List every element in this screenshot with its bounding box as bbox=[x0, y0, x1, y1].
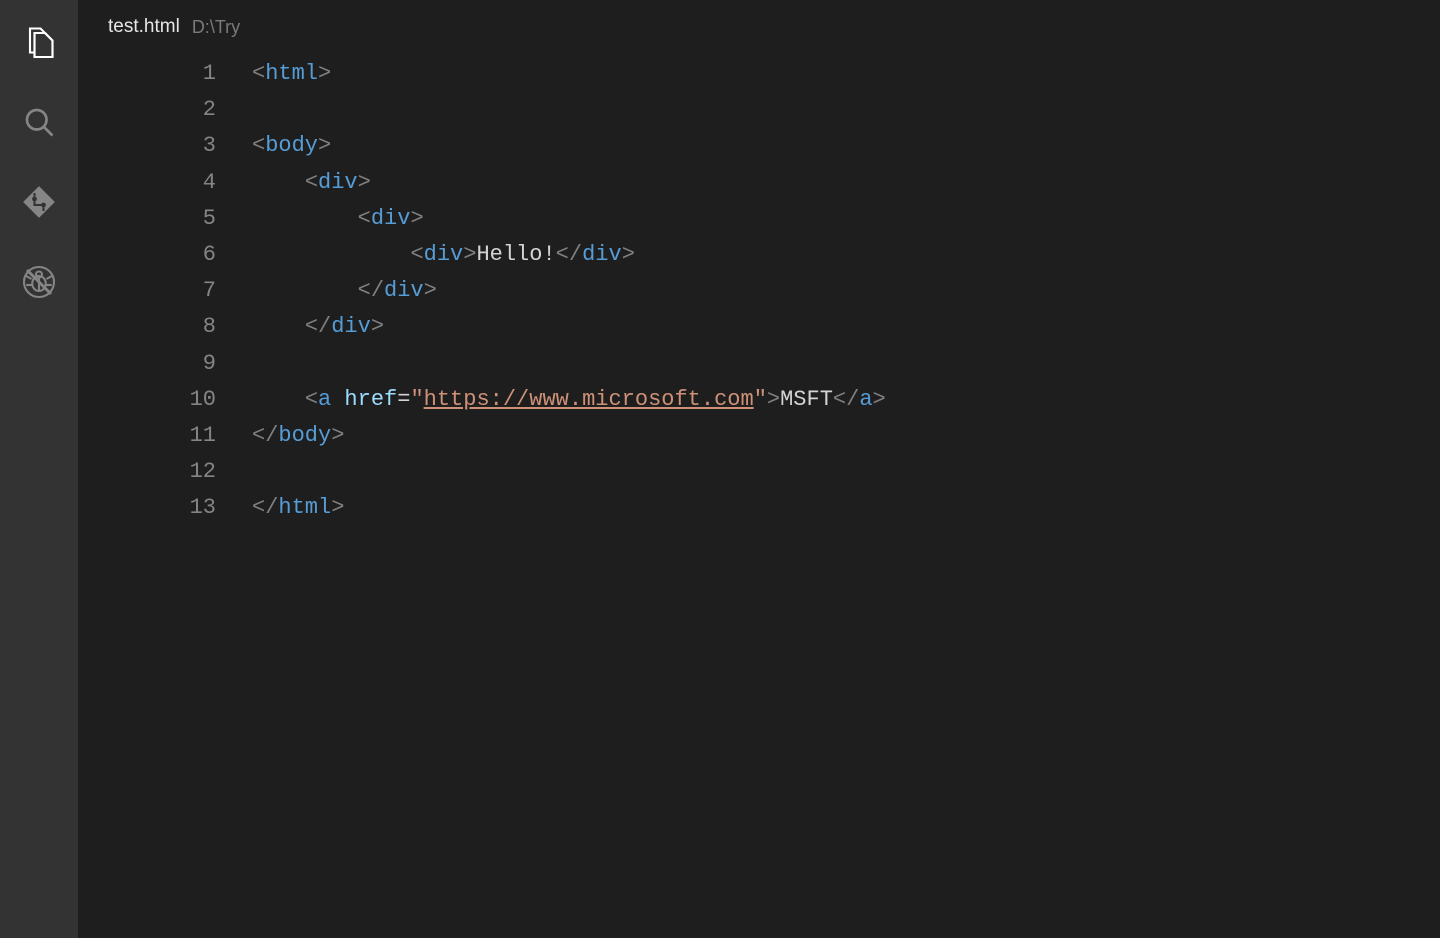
line-number: 8 bbox=[78, 309, 216, 345]
search-icon[interactable] bbox=[15, 98, 63, 146]
debug-icon[interactable] bbox=[15, 258, 63, 306]
line-number: 2 bbox=[78, 92, 216, 128]
line-number: 7 bbox=[78, 273, 216, 309]
editor-group: test.html D:\Try 1 2 3 4 5 6 7 8 9 10 11… bbox=[78, 0, 1440, 938]
line-number: 6 bbox=[78, 237, 216, 273]
line-number: 9 bbox=[78, 346, 216, 382]
code-editor[interactable]: 1 2 3 4 5 6 7 8 9 10 11 12 13 <html> <bo… bbox=[78, 54, 1440, 938]
line-number: 10 bbox=[78, 382, 216, 418]
editor-tab[interactable]: test.html D:\Try bbox=[78, 0, 1440, 54]
line-number-gutter: 1 2 3 4 5 6 7 8 9 10 11 12 13 bbox=[78, 56, 252, 938]
source-control-icon[interactable] bbox=[15, 178, 63, 226]
line-number: 12 bbox=[78, 454, 216, 490]
activity-bar bbox=[0, 0, 78, 938]
code-content[interactable]: <html> <body> <div> <div> <div>Hello!</d… bbox=[252, 56, 1440, 938]
line-number: 5 bbox=[78, 201, 216, 237]
explorer-icon[interactable] bbox=[15, 18, 63, 66]
tab-filepath: D:\Try bbox=[192, 17, 240, 38]
line-number: 11 bbox=[78, 418, 216, 454]
line-number: 1 bbox=[78, 56, 216, 92]
line-number: 13 bbox=[78, 490, 216, 526]
line-number: 4 bbox=[78, 165, 216, 201]
tab-filename: test.html bbox=[108, 16, 180, 38]
line-number: 3 bbox=[78, 128, 216, 164]
